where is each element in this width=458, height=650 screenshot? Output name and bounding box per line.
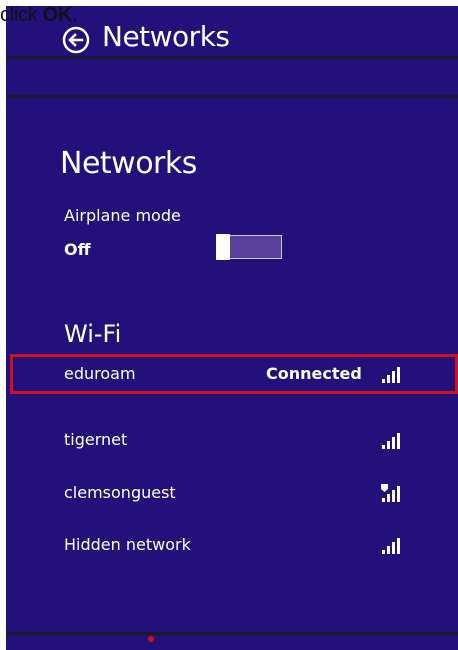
network-item-eduroam[interactable]: eduroam Connected [10, 354, 458, 394]
network-item-hidden-network[interactable]: Hidden network [10, 525, 458, 565]
network-name: clemsonguest [64, 483, 176, 502]
wifi-signal-icon [382, 367, 400, 383]
networks-panel: Networks Networks Airplane mode Off Wi-F… [6, 6, 458, 650]
network-status: Connected [266, 364, 362, 383]
caption-prefix: click [0, 4, 43, 26]
airplane-mode-toggle[interactable] [216, 234, 282, 260]
wifi-section-title: Wi-Fi [64, 320, 122, 348]
toggle-thumb[interactable] [216, 234, 230, 260]
airplane-mode-state: Off [64, 240, 91, 259]
caption-suffix: . [72, 4, 78, 26]
wifi-signal-icon [382, 538, 400, 554]
back-arrow-icon[interactable] [62, 26, 90, 54]
bottom-divider [6, 632, 458, 635]
network-name: tigernet [64, 430, 128, 449]
caption-bold: OK [42, 4, 73, 26]
section-title: Networks [60, 146, 197, 181]
wifi-signal-shield-icon [381, 484, 400, 502]
network-name: eduroam [64, 364, 136, 383]
bottom-indicator-dot [148, 636, 154, 642]
instruction-caption: click OK. [0, 4, 78, 27]
header-divider [6, 56, 458, 59]
header-divider-lower [6, 95, 458, 98]
network-item-tigernet[interactable]: tigernet [10, 420, 458, 460]
airplane-mode-label: Airplane mode [64, 206, 181, 225]
network-name: Hidden network [64, 535, 191, 554]
network-item-clemsonguest[interactable]: clemsonguest [10, 473, 458, 513]
header-title: Networks [102, 20, 230, 53]
wifi-signal-icon [382, 433, 400, 449]
